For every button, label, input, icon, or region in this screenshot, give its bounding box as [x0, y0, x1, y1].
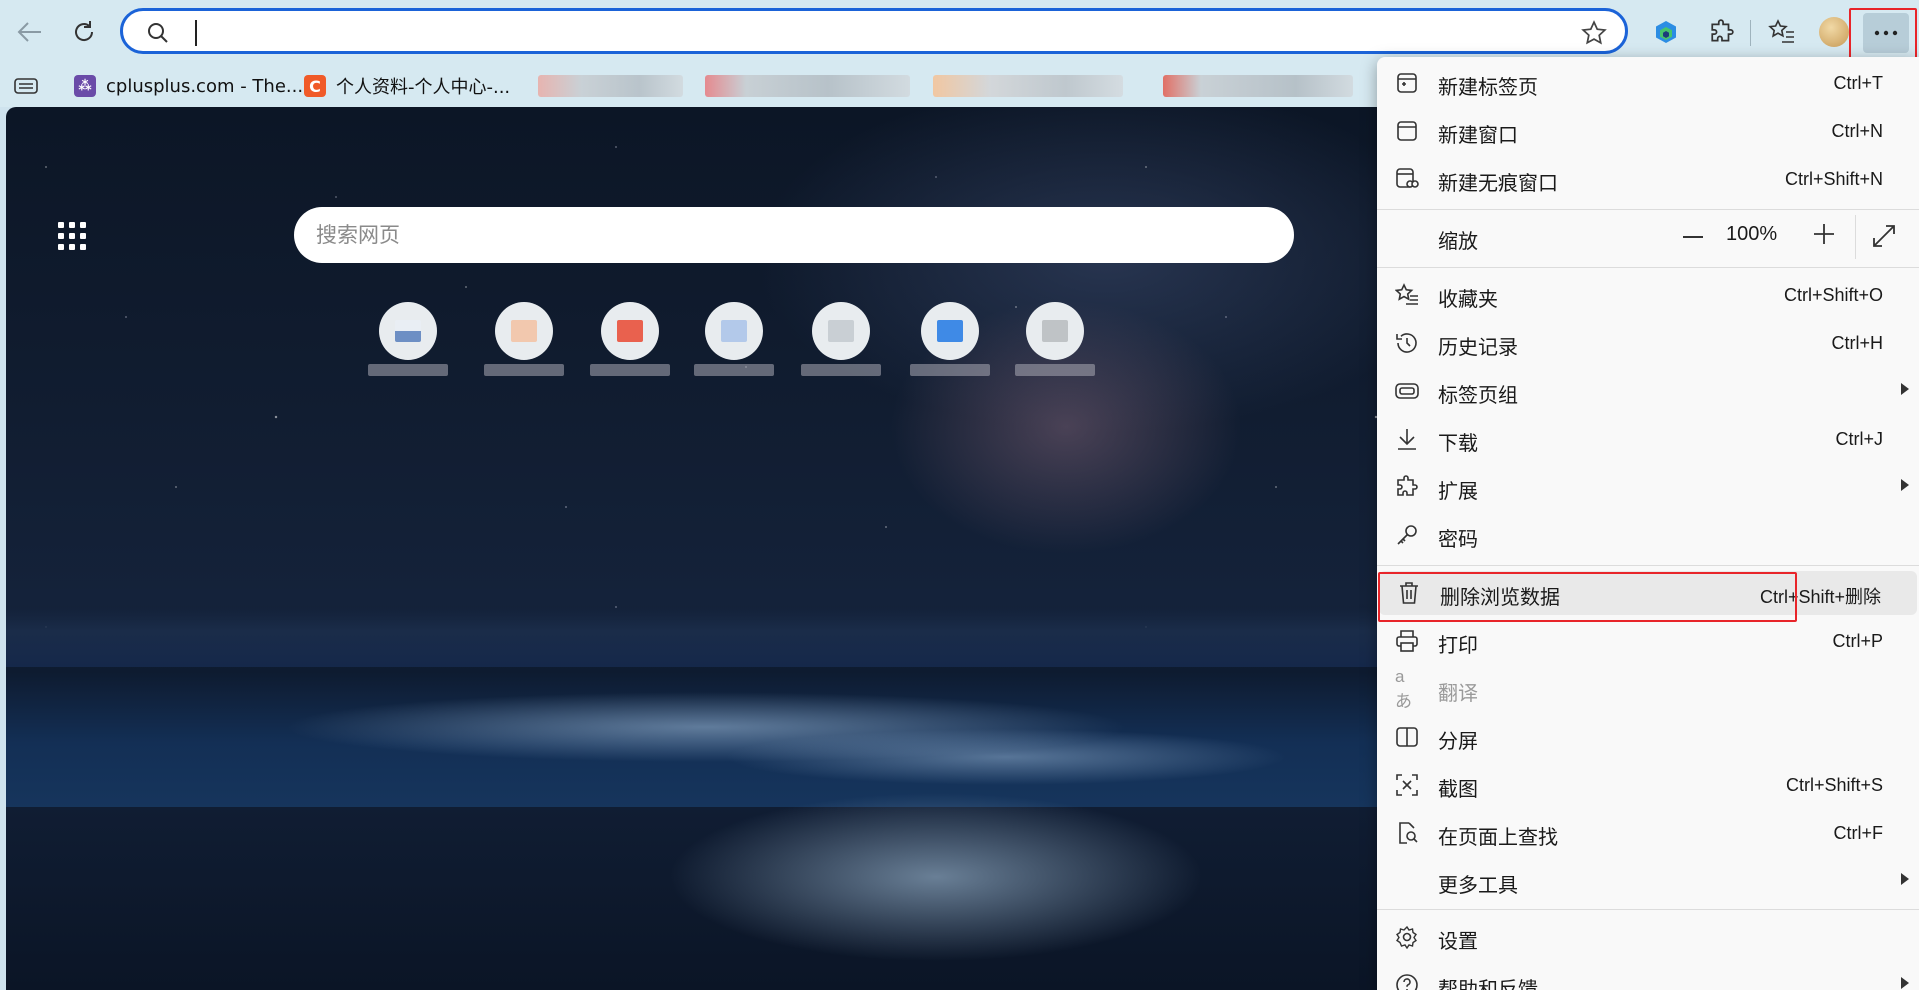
menu-item-downloads[interactable]: 下载 Ctrl+J	[1377, 417, 1919, 461]
back-arrow-icon	[17, 22, 41, 42]
menu-separator	[1377, 267, 1919, 268]
favorites-star-icon	[1395, 283, 1418, 305]
screenshot-icon	[1396, 774, 1418, 796]
menu-item-translate: aあ 翻译	[1395, 666, 1478, 711]
settings-and-more-menu: 新建标签页 Ctrl+T 新建窗口 Ctrl+N 新建无痕窗口 Ctrl+Shi…	[1377, 57, 1919, 990]
search-icon	[148, 23, 168, 43]
web-search-input[interactable]	[314, 220, 1118, 252]
menu-item-split-screen[interactable]: 分屏	[1377, 715, 1919, 759]
new-tab-icon	[1397, 73, 1417, 93]
gear-icon	[1396, 925, 1417, 949]
menu-item-history[interactable]: 历史记录 Ctrl+H	[1377, 321, 1919, 365]
menu-separator	[1377, 209, 1919, 210]
menu-item-clear-browsing-data[interactable]: 删除浏览数据 Ctrl+Shift+删除	[1379, 571, 1917, 615]
puzzle-icon	[1397, 475, 1418, 496]
zoom-in-button[interactable]	[1813, 223, 1835, 245]
bookmark-label: cplusplus.com - The...	[106, 75, 304, 97]
printer-icon	[1396, 630, 1418, 652]
inprivate-window-icon	[1396, 168, 1419, 188]
quick-link-tile[interactable]	[801, 302, 881, 382]
bookmark-blurred-2[interactable]	[705, 75, 910, 97]
history-clock-icon	[1396, 333, 1417, 353]
menu-item-help-feedback[interactable]: 帮助和反馈	[1377, 963, 1919, 990]
menu-item-extensions[interactable]: 扩展	[1377, 465, 1919, 509]
menu-item-passwords[interactable]: 密码	[1377, 513, 1919, 557]
find-page-icon	[1399, 822, 1418, 844]
toolbar-divider	[1750, 20, 1751, 46]
wave-foam	[436, 747, 1236, 990]
add-favorite-star-icon[interactable]	[1581, 20, 1607, 46]
tab-groups-icon	[1395, 383, 1419, 399]
back-button[interactable]	[10, 12, 50, 52]
puzzle-icon	[1711, 19, 1734, 42]
new-window-icon	[1397, 121, 1417, 141]
quick-link-tile[interactable]	[694, 302, 774, 382]
menu-item-new-window[interactable]: 新建窗口 Ctrl+N	[1377, 109, 1919, 153]
tab-actions-button[interactable]	[14, 73, 38, 99]
bookmark-blurred-4[interactable]	[1163, 75, 1353, 97]
split-screen-icon	[1396, 727, 1418, 747]
zoom-out-button[interactable]	[1683, 236, 1703, 238]
zoom-divider	[1855, 215, 1856, 259]
address-bar[interactable]	[120, 8, 1628, 54]
quick-link-tile[interactable]	[484, 302, 564, 382]
menu-item-more-tools[interactable]: 更多工具	[1377, 859, 1919, 903]
bookmark-csdn-profile[interactable]: C 个人资料-个人中心-...	[304, 73, 510, 99]
zoom-level: 100%	[1726, 223, 1778, 245]
settings-and-more-button[interactable]	[1863, 13, 1909, 53]
extensions-button[interactable]	[1704, 14, 1740, 50]
help-icon	[1396, 974, 1418, 990]
bookmark-cplusplus[interactable]: ⁂ cplusplus.com - The...	[74, 73, 303, 99]
profile-avatar[interactable]	[1816, 14, 1852, 50]
quick-link-tile[interactable]	[590, 302, 670, 382]
trash-icon	[1400, 582, 1418, 604]
bookmark-blurred-3[interactable]	[933, 75, 1123, 97]
menu-item-settings[interactable]: 设置	[1377, 915, 1919, 959]
refresh-button[interactable]	[64, 12, 104, 52]
web-search-box[interactable]	[294, 207, 1294, 263]
submenu-arrow-icon	[1901, 977, 1909, 989]
browser-toolbar	[0, 0, 1919, 65]
submenu-arrow-icon	[1901, 479, 1909, 491]
menu-item-new-tab[interactable]: 新建标签页 Ctrl+T	[1377, 61, 1919, 105]
menu-item-tab-groups[interactable]: 标签页组	[1377, 369, 1919, 413]
csdn-favicon: C	[304, 75, 326, 97]
menu-item-zoom: 缩放 100%	[1377, 215, 1919, 259]
apps-launcher-icon[interactable]	[58, 222, 86, 250]
key-icon	[1397, 525, 1417, 545]
fullscreen-expand-icon[interactable]	[1871, 223, 1897, 249]
cplusplus-favicon: ⁂	[74, 75, 96, 97]
more-dots-icon	[1874, 30, 1898, 36]
bookmark-label: 个人资料-个人中心-...	[336, 77, 511, 98]
extension-cube-button[interactable]	[1648, 14, 1684, 50]
quick-link-tile[interactable]	[1015, 302, 1095, 382]
avatar-icon	[1819, 17, 1849, 47]
download-icon	[1398, 429, 1416, 450]
menu-item-print[interactable]: 打印 Ctrl+P	[1377, 619, 1919, 663]
menu-separator	[1377, 909, 1919, 910]
menu-item-new-inprivate-window[interactable]: 新建无痕窗口 Ctrl+Shift+N	[1377, 157, 1919, 201]
cube-extension-icon	[1656, 21, 1676, 43]
tab-actions-icon	[14, 78, 38, 94]
quick-link-tile[interactable]	[368, 302, 448, 382]
refresh-icon	[75, 21, 94, 41]
menu-item-find-on-page[interactable]: 在页面上查找 Ctrl+F	[1377, 811, 1919, 855]
favorites-button[interactable]	[1764, 14, 1800, 50]
translate-icon: aあ	[1395, 666, 1412, 711]
quick-link-tile[interactable]	[910, 302, 990, 382]
menu-item-favorites[interactable]: 收藏夹 Ctrl+Shift+O	[1377, 273, 1919, 317]
menu-item-screenshot[interactable]: 截图 Ctrl+Shift+S	[1377, 763, 1919, 807]
bookmark-blurred-1[interactable]	[538, 75, 683, 97]
address-input[interactable]	[193, 17, 1497, 49]
menu-separator	[1377, 565, 1919, 566]
submenu-arrow-icon	[1901, 873, 1909, 885]
text-caret	[195, 20, 197, 46]
favorites-list-icon	[1768, 19, 1794, 43]
submenu-arrow-icon	[1901, 383, 1909, 395]
